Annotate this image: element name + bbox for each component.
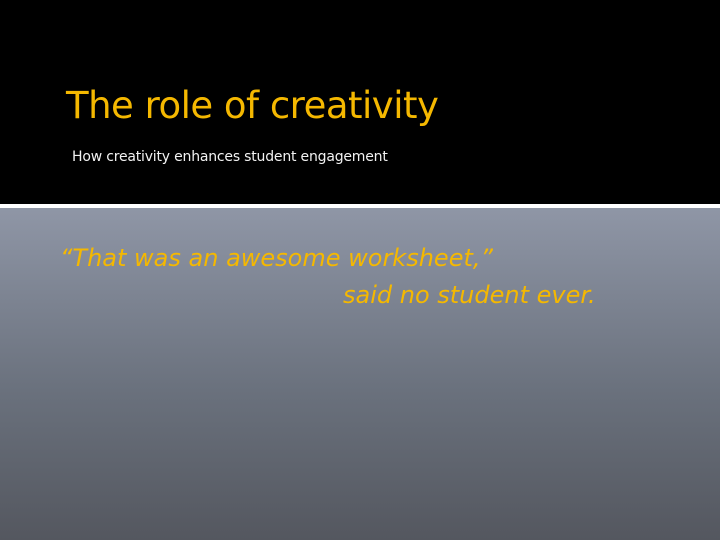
quote-line-2: said no student ever.	[343, 281, 596, 310]
quote-line-1: “That was an awesome worksheet,”	[60, 244, 493, 272]
quote-block: “That was an awesome worksheet,” said no…	[60, 240, 680, 314]
slide: The role of creativity How creativity en…	[0, 0, 720, 540]
slide-subtitle: How creativity enhances student engageme…	[72, 149, 388, 165]
slide-title: The role of creativity	[66, 84, 439, 127]
